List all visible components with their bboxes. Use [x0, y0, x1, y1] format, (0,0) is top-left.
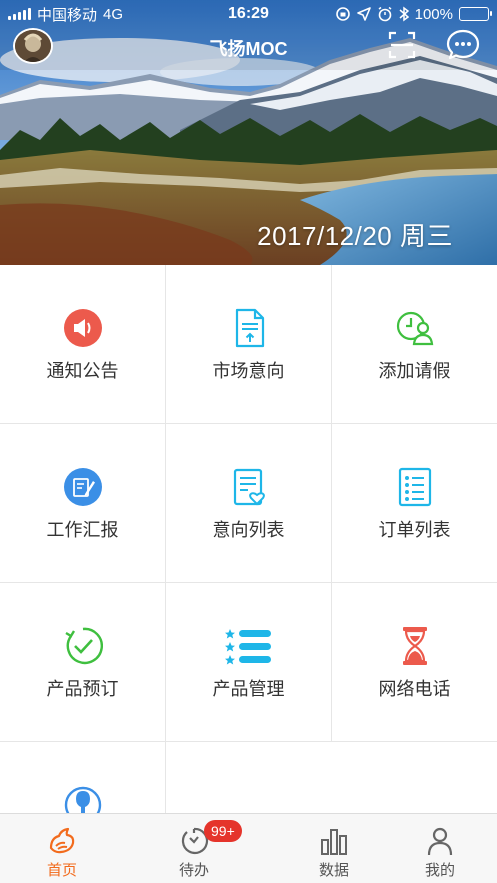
- grid-item-label: 产品管理: [212, 679, 285, 699]
- grid-item-label: 通知公告: [46, 361, 119, 381]
- grid-item-label: 订单列表: [378, 520, 451, 540]
- carrier-name: 中国移动: [37, 6, 98, 24]
- battery-percent: 100%: [414, 5, 453, 23]
- tab-home[interactable]: 首页: [0, 814, 124, 883]
- grid-item-user[interactable]: [0, 742, 166, 813]
- function-grid: 通知公告 市场意向 添加请假 工作汇报 意向列表 订单列表 产品预订 产品管理 …: [0, 265, 497, 813]
- battery-icon: [459, 7, 492, 21]
- location-icon: [356, 7, 371, 21]
- home-bird-icon: [49, 827, 75, 854]
- header-banner: 中国移动 4G 16:29 100% 飞扬MOC 2017/12/20 周三: [0, 0, 497, 265]
- bar-chart-icon: [321, 829, 347, 855]
- grid-item-add-leave[interactable]: 添加请假: [332, 265, 497, 424]
- grid-item-order-list[interactable]: 订单列表: [332, 424, 497, 583]
- grid-item-work-report[interactable]: 工作汇报: [0, 424, 166, 583]
- grid-item-notice[interactable]: 通知公告: [0, 265, 166, 424]
- grid-item-label: 工作汇报: [46, 520, 119, 540]
- message-button[interactable]: [446, 28, 480, 62]
- grid-item-product-management[interactable]: 产品管理: [166, 583, 332, 742]
- scan-icon: [388, 31, 416, 59]
- todo-badge: 99+: [204, 820, 242, 842]
- grid-item-label: 网络电话: [378, 679, 451, 699]
- check-circle-icon: [64, 627, 103, 665]
- grid-item-label: 添加请假: [378, 361, 451, 381]
- grid-item-market-intent[interactable]: 市场意向: [166, 265, 332, 424]
- orientation-lock-icon: [335, 7, 350, 21]
- grid-item-intent-list[interactable]: 意向列表: [166, 424, 332, 583]
- app-title: 飞扬MOC: [209, 39, 288, 59]
- chat-bubble-icon: [446, 29, 480, 60]
- grid-item-label: 产品预订: [46, 679, 119, 699]
- nav-bar: 飞扬MOC: [0, 28, 497, 64]
- grid-item-product-booking[interactable]: 产品预订: [0, 583, 166, 742]
- tab-profile[interactable]: 我的: [378, 814, 497, 883]
- status-bar: 中国移动 4G 16:29 100%: [0, 0, 497, 28]
- grid-item-label: 市场意向: [212, 361, 285, 381]
- user-badge-icon: [64, 786, 101, 813]
- tab-label: 首页: [46, 862, 77, 879]
- star-list-icon: [224, 629, 271, 665]
- hourglass-icon: [402, 627, 427, 665]
- bottom-tab-bar: 首页 99+ 待办 数据 我的: [0, 813, 497, 883]
- current-date: 2017/12/20 周三: [257, 221, 453, 251]
- document-icon: [235, 308, 264, 348]
- alarm-icon: [378, 6, 392, 22]
- scan-button[interactable]: [388, 30, 416, 60]
- checklist-icon: [398, 467, 431, 507]
- megaphone-icon: [63, 309, 102, 347]
- grid-item-voip[interactable]: 网络电话: [332, 583, 497, 742]
- person-icon: [427, 827, 453, 856]
- signal-strength-icon: [8, 8, 31, 20]
- tab-label: 我的: [424, 862, 455, 879]
- edit-report-icon: [63, 468, 102, 506]
- bluetooth-icon: [399, 6, 409, 22]
- tab-label: 待办: [178, 862, 209, 879]
- network-type: 4G: [103, 5, 124, 23]
- tab-todo[interactable]: 99+ 待办: [132, 814, 256, 883]
- list-heart-icon: [233, 468, 265, 506]
- clock-person-icon: [396, 311, 433, 346]
- grid-item-label: 意向列表: [212, 520, 285, 540]
